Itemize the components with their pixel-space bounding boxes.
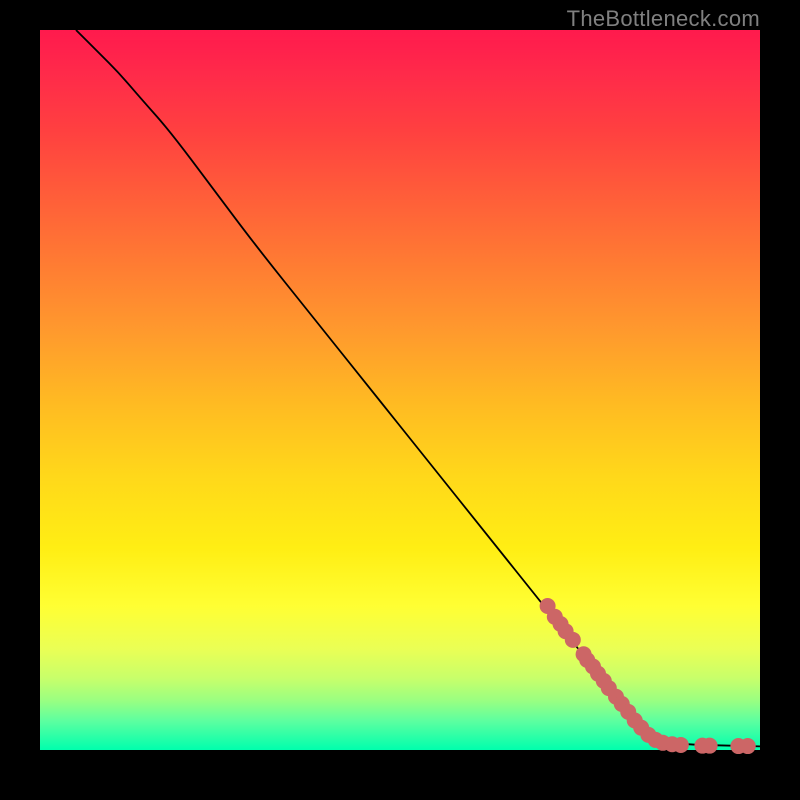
curve-line — [76, 30, 760, 746]
data-point — [740, 738, 756, 754]
data-point — [673, 737, 689, 753]
data-point — [702, 738, 718, 754]
attribution-text: TheBottleneck.com — [567, 6, 760, 32]
data-point — [565, 632, 581, 648]
chart-svg — [40, 30, 760, 750]
marker-group — [540, 598, 756, 754]
plot-area — [40, 30, 760, 750]
chart-frame: TheBottleneck.com — [0, 0, 800, 800]
